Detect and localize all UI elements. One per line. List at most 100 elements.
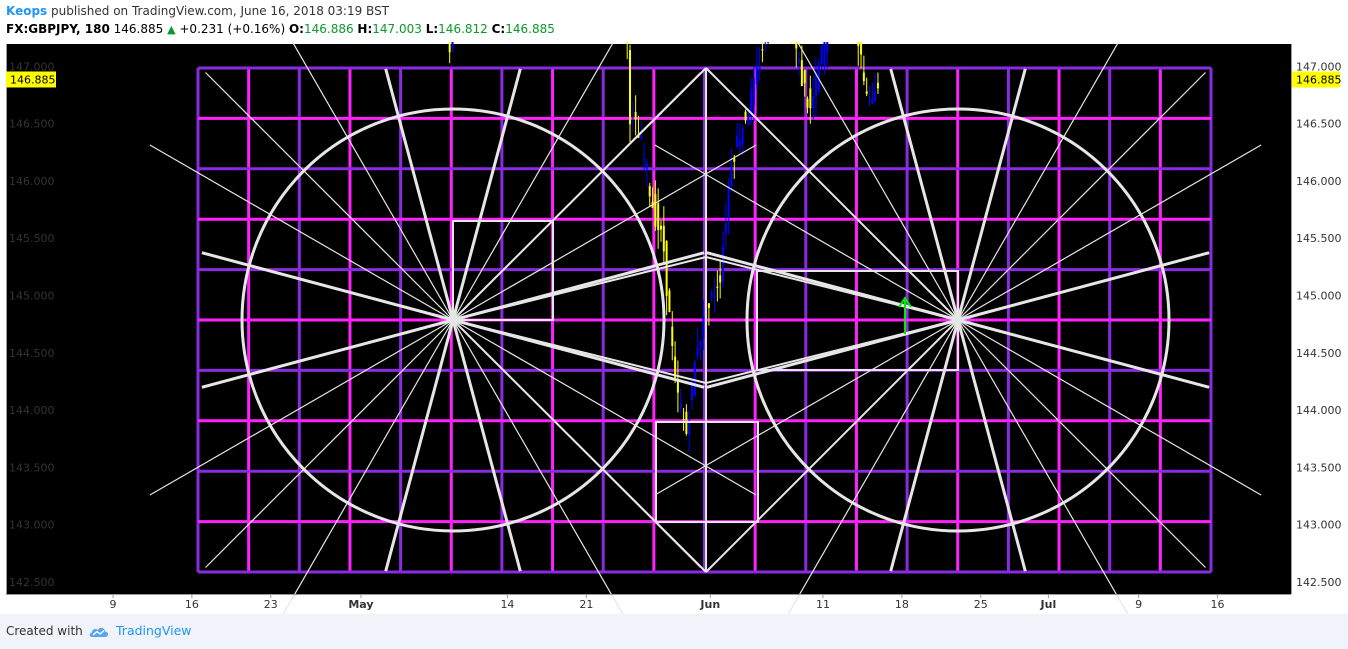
candle-body [451,42,454,50]
candle-body [795,42,798,49]
high-value: 147.003 [372,22,422,36]
low-value: 146.812 [438,22,488,36]
candle-body [662,225,665,252]
candle-body [707,303,710,308]
y-tick-label-left: 145.000 [9,290,55,303]
candle-body [767,42,770,43]
y-tick-label-right: 146.500 [1296,118,1342,131]
x-tick-label: 18 [895,598,909,611]
candle-body [809,88,812,109]
y-tick-label-left: 144.500 [9,347,55,360]
publish-info: published on TradingView.com, June 16, 2… [51,4,390,18]
x-tick-label: 14 [500,598,514,611]
candle-body [798,58,801,63]
tradingview-link[interactable]: TradingView [88,623,192,639]
candle-body [812,95,815,109]
candle-body [744,111,747,121]
candle-body [868,86,871,89]
candle-body [755,66,758,85]
candle-body [710,291,713,297]
y-tick-label-left: 146.000 [9,175,55,188]
candle-body [643,158,646,160]
price-chart[interactable]: 151.500151.500151.000151.000150.500150.5… [0,42,1348,614]
candle-body [871,98,874,104]
last-price-label-right: 146.885 [1296,73,1342,86]
y-tick-label-right: 144.000 [1296,404,1342,417]
y-tick-label-right: 147.000 [1296,60,1342,73]
created-with-text: Created with [6,624,83,638]
x-tick-label: May [348,598,373,611]
tradingview-brand: TradingView [116,623,192,638]
candle-body [733,158,736,162]
candle-body [657,203,660,231]
x-tick-label: 16 [1210,598,1224,611]
candle-body [826,42,829,53]
last-price: 146.885 [113,22,164,36]
candle-body [640,135,643,139]
x-tick-label: 16 [185,598,199,611]
y-tick-label-right: 143.000 [1296,519,1342,532]
candle-body [654,194,657,227]
candle-body [679,403,682,409]
y-tick-label-left: 147.000 [9,60,55,73]
y-tick-label-left: 145.500 [9,232,55,245]
y-tick-label-right: 144.500 [1296,347,1342,360]
low-label: L: [425,22,439,36]
candle-body [741,127,744,145]
x-tick-label: Jul [1040,598,1057,611]
candle-body [699,340,702,347]
x-tick-label: 11 [816,598,830,611]
y-tick-label-right: 146.000 [1296,175,1342,188]
high-label: H: [357,22,373,36]
candle-body [631,112,634,114]
candle-body [862,72,865,82]
candle-body [645,163,648,169]
y-tick-label-left: 142.500 [9,576,55,589]
candle-body [702,316,705,339]
y-tick-label-right: 143.500 [1296,461,1342,474]
candle-body [688,422,691,436]
up-arrow-icon: ▲ [167,23,176,36]
candle-body [721,246,724,282]
candle-body [724,222,727,234]
candle-body [761,49,764,51]
candle-body [660,225,663,230]
ohlc-line: FX:GBPJPY, 180 146.885 ▲ +0.231 (+0.16%)… [6,22,555,36]
candle-body [738,140,741,147]
candle-body [758,67,761,72]
tradingview-cloud-icon [89,627,108,637]
x-tick-label: 9 [110,598,117,611]
candle-body [876,82,879,89]
author-link[interactable]: Keops [6,4,47,18]
candle-body [629,50,632,125]
x-tick-label: Jun [699,598,720,611]
candle-body [727,185,730,218]
candle-body [747,114,750,125]
close-label: C: [491,22,506,36]
candle-body [823,42,826,66]
x-tick-label: 21 [579,598,593,611]
candle-body [820,46,823,65]
y-tick-label-left: 146.500 [9,118,55,131]
price-change: +0.231 (+0.16%) [179,22,286,36]
candle-body [671,326,674,346]
drawing-grid [196,66,1213,574]
x-tick-label: 23 [264,598,278,611]
candle-body [716,286,719,288]
candle-body [806,98,809,108]
x-tick-label: 25 [974,598,988,611]
candle-body [860,42,863,55]
publish-line: Keops published on TradingView.com, June… [6,4,389,18]
y-tick-label-right: 145.000 [1296,290,1342,303]
candle-body [634,111,637,120]
symbol-label: FX:GBPJPY, 180 [6,22,110,36]
footer: Created with TradingView [0,614,1348,649]
open-label: O: [288,22,304,36]
candle-body [865,91,868,94]
candle-body [736,135,739,147]
candle-body [730,167,733,187]
candle-body [750,88,753,115]
y-tick-label-right: 142.500 [1296,576,1342,589]
x-tick-label: 9 [1135,598,1142,611]
y-tick-label-left: 143.500 [9,461,55,474]
